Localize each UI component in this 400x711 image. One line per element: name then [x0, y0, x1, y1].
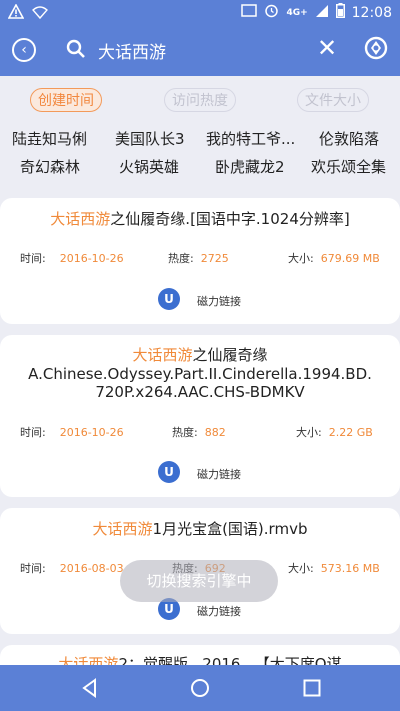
heat-value: 882: [204, 426, 226, 439]
tag-item[interactable]: 美国队长3: [115, 128, 185, 149]
tag-item[interactable]: 我的特工爷...: [206, 128, 295, 149]
tag-item[interactable]: 陆垚知马俐: [12, 128, 87, 149]
result-size: 大小: 2.22 GB: [296, 424, 373, 440]
tab-created-time[interactable]: 创建时间: [30, 88, 102, 112]
result-title-line3: 720P.x264.AAC.CHS-BDMKV: [95, 383, 305, 401]
warning-icon: [7, 3, 25, 24]
result-title: 大话西游之仙履奇缘.[国语中字.1024分辨率]: [10, 208, 390, 230]
time-label: 时间:: [20, 562, 46, 575]
result-highlight: 大话西游: [132, 346, 193, 364]
tag-item[interactable]: 火锅英雄: [119, 156, 179, 177]
back-button[interactable]: ‹: [12, 38, 36, 62]
tag-item[interactable]: 奇幻森林: [20, 156, 80, 177]
heat-label: 热度:: [168, 252, 194, 265]
result-highlight: 大话西游: [50, 210, 111, 228]
tag-item[interactable]: 伦敦陷落: [319, 128, 379, 149]
toast-message: 切换搜索引擎中: [120, 560, 278, 602]
status-bar: 4G+ 12:08: [0, 0, 400, 24]
network-type: 4G+: [286, 7, 308, 18]
size-value: 679.69 MB: [320, 252, 380, 265]
magnet-link-label[interactable]: 磁力链接: [197, 293, 241, 309]
heat-label: 热度:: [172, 426, 198, 439]
size-value: 573.16 MB: [320, 562, 380, 575]
tag-item[interactable]: 欢乐颂全集: [311, 156, 386, 177]
result-card[interactable]: 大话西游之仙履奇缘 A.Chinese.Odyssey.Part.II.Cind…: [0, 335, 400, 497]
result-card[interactable]: 大话西游之仙履奇缘.[国语中字.1024分辨率] 时间: 2016-10-26 …: [0, 198, 400, 324]
cast-icon: [241, 3, 258, 22]
size-label: 大小:: [296, 426, 322, 439]
magnet-icon[interactable]: U: [158, 288, 180, 310]
result-time: 时间: 2016-10-26: [20, 424, 124, 440]
battery-icon: [335, 3, 345, 22]
sort-tabs: 创建时间 访问热度 文件大小: [0, 84, 400, 118]
nav-home-icon[interactable]: [190, 678, 210, 702]
time-label: 时间:: [20, 252, 46, 265]
magnet-link-label[interactable]: 磁力链接: [197, 466, 241, 482]
result-heat: 热度: 882: [172, 424, 226, 440]
time-value: 2016-08-03: [59, 562, 124, 575]
tab-file-size[interactable]: 文件大小: [297, 88, 369, 112]
signal-icon: [315, 4, 329, 22]
result-heat: 热度: 2725: [168, 250, 229, 266]
wifi-icon: [32, 4, 48, 24]
system-nav-bar: [0, 665, 400, 711]
result-time: 时间: 2016-10-26: [20, 250, 124, 266]
tag-item[interactable]: 卧虎藏龙2: [215, 156, 285, 177]
time-value: 2016-10-26: [59, 252, 124, 265]
size-value: 2.22 GB: [328, 426, 373, 439]
result-title: 大话西游1月光宝盒(国语).rmvb: [10, 518, 390, 540]
nav-back-icon[interactable]: [80, 678, 100, 702]
time-value: 2016-10-26: [59, 426, 124, 439]
search-icon: [66, 39, 86, 63]
result-size: 大小: 679.69 MB: [288, 250, 380, 266]
magnet-link-label[interactable]: 磁力链接: [197, 603, 241, 619]
result-title-text: 之仙履奇缘.[国语中字.1024分辨率]: [110, 210, 350, 228]
result-size: 大小: 573.16 MB: [288, 560, 380, 576]
result-title-text: 1月光宝盒(国语).rmvb: [152, 520, 308, 538]
result-title-text: 之仙履奇缘: [192, 346, 268, 364]
clear-search-button[interactable]: ✕: [317, 36, 337, 60]
nav-recents-icon[interactable]: [303, 679, 321, 701]
search-input[interactable]: 大话西游: [98, 38, 166, 63]
magnet-icon[interactable]: U: [158, 461, 180, 483]
chevron-left-icon: ‹: [21, 42, 27, 58]
search-app-bar: ‹ 大话西游 ✕: [0, 24, 400, 76]
tab-visit-heat[interactable]: 访问热度: [164, 88, 236, 112]
alarm-icon: [264, 3, 279, 22]
size-label: 大小:: [288, 252, 314, 265]
switch-engine-button[interactable]: [364, 36, 388, 64]
clock-time: 12:08: [351, 4, 392, 21]
result-highlight: 大话西游: [92, 520, 153, 538]
heat-value: 2725: [200, 252, 229, 265]
size-label: 大小:: [288, 562, 314, 575]
result-time: 时间: 2016-08-03: [20, 560, 124, 576]
time-label: 时间:: [20, 426, 46, 439]
